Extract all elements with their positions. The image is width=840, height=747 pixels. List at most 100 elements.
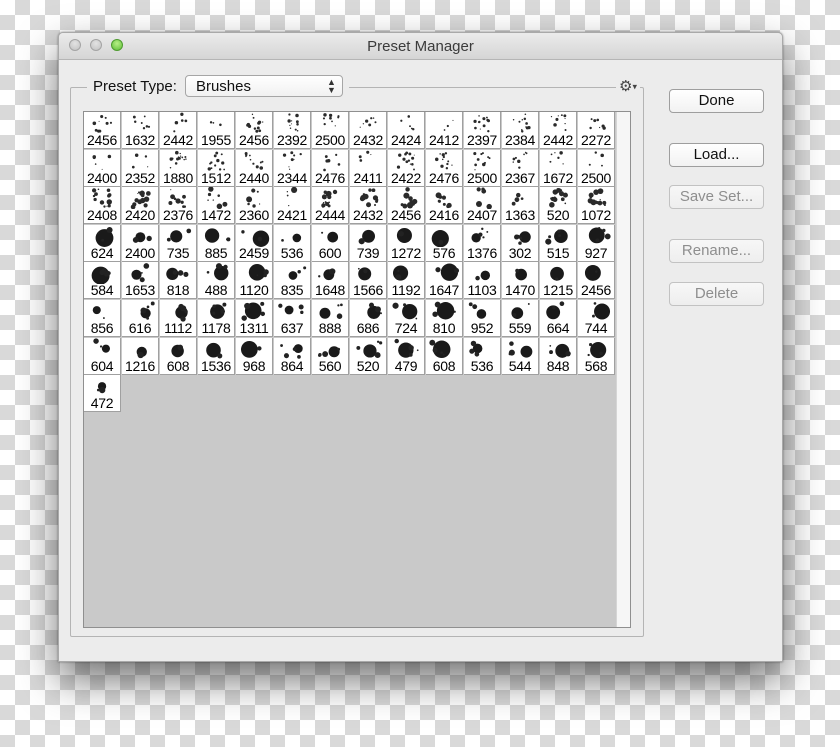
brush-preset-item[interactable]: 1376 <box>464 224 501 262</box>
delete-button[interactable]: Delete <box>669 282 764 306</box>
brush-preset-item[interactable]: 2344 <box>274 149 311 187</box>
brush-preset-item[interactable]: 2456 <box>388 187 425 225</box>
brush-preset-item[interactable]: 2456 <box>578 262 615 300</box>
brush-preset-item[interactable]: 637 <box>274 300 311 337</box>
gear-icon[interactable]: ⚙▾ <box>616 77 640 95</box>
title-bar[interactable]: Preset Manager <box>59 33 782 60</box>
brush-preset-item[interactable]: 2500 <box>464 149 501 187</box>
brush-preset-item[interactable]: 600 <box>312 224 349 262</box>
brush-preset-item[interactable]: 1648 <box>312 262 349 300</box>
brush-preset-item[interactable]: 2411 <box>350 149 387 187</box>
brush-preset-item[interactable]: 2400 <box>122 224 159 262</box>
brush-preset-item[interactable]: 536 <box>274 224 311 262</box>
scrollbar[interactable] <box>616 112 630 627</box>
brush-preset-item[interactable]: 856 <box>84 300 121 337</box>
brush-preset-item[interactable]: 536 <box>464 337 501 375</box>
brush-preset-item[interactable]: 739 <box>350 224 387 262</box>
brush-preset-item[interactable]: 2416 <box>426 187 463 225</box>
brush-preset-item[interactable]: 1955 <box>198 112 235 149</box>
brush-preset-item[interactable]: 560 <box>312 337 349 375</box>
brush-preset-item[interactable]: 568 <box>578 337 615 375</box>
brush-preset-item[interactable]: 472 <box>84 375 121 413</box>
brush-preset-item[interactable]: 515 <box>540 224 577 262</box>
brush-preset-item[interactable]: 664 <box>540 300 577 337</box>
brush-preset-item[interactable]: 2392 <box>274 112 311 149</box>
brush-preset-item[interactable]: 1470 <box>502 262 539 300</box>
brush-preset-item[interactable]: 2476 <box>312 149 349 187</box>
brush-preset-item[interactable]: 1112 <box>160 300 197 337</box>
brush-preset-item[interactable]: 584 <box>84 262 121 300</box>
brush-preset-item[interactable]: 1178 <box>198 300 235 337</box>
brush-preset-item[interactable]: 2412 <box>426 112 463 149</box>
brush-preset-item[interactable]: 2432 <box>350 112 387 149</box>
brush-preset-item[interactable]: 2420 <box>122 187 159 225</box>
brush-preset-item[interactable]: 2384 <box>502 112 539 149</box>
brush-preset-item[interactable]: 927 <box>578 224 615 262</box>
brush-preset-item[interactable]: 2459 <box>236 224 273 262</box>
brush-preset-item[interactable]: 624 <box>84 224 121 262</box>
preset-type-select[interactable]: Brushes ▲ ▼ <box>184 75 343 97</box>
brush-preset-item[interactable]: 968 <box>236 337 273 375</box>
brush-preset-item[interactable]: 2422 <box>388 149 425 187</box>
brush-preset-list[interactable]: 2456 1632 2442 1955 2456 2392 2500 2432 2424 2412… <box>83 111 631 628</box>
brush-preset-item[interactable]: 2407 <box>464 187 501 225</box>
brush-preset-item[interactable]: 1272 <box>388 224 425 262</box>
rename-button[interactable]: Rename... <box>669 239 764 263</box>
brush-preset-item[interactable]: 1647 <box>426 262 463 300</box>
brush-preset-item[interactable]: 604 <box>84 337 121 375</box>
brush-preset-item[interactable]: 810 <box>426 300 463 337</box>
brush-preset-item[interactable]: 1566 <box>350 262 387 300</box>
done-button[interactable]: Done <box>669 89 764 113</box>
brush-preset-item[interactable]: 1672 <box>540 149 577 187</box>
brush-preset-item[interactable]: 2397 <box>464 112 501 149</box>
brush-preset-item[interactable]: 2360 <box>236 187 273 225</box>
brush-preset-item[interactable]: 2444 <box>312 187 349 225</box>
brush-preset-item[interactable]: 1072 <box>578 187 615 225</box>
brush-preset-item[interactable]: 735 <box>160 224 197 262</box>
save-set-button[interactable]: Save Set... <box>669 185 764 209</box>
brush-preset-item[interactable]: 616 <box>122 300 159 337</box>
brush-preset-item[interactable]: 1512 <box>198 149 235 187</box>
brush-preset-item[interactable]: 488 <box>198 262 235 300</box>
brush-preset-item[interactable]: 559 <box>502 300 539 337</box>
brush-preset-item[interactable]: 2408 <box>84 187 121 225</box>
brush-preset-item[interactable]: 1363 <box>502 187 539 225</box>
brush-preset-item[interactable]: 520 <box>540 187 577 225</box>
brush-preset-item[interactable]: 1536 <box>198 337 235 375</box>
brush-preset-item[interactable]: 952 <box>464 300 501 337</box>
brush-preset-item[interactable]: 1632 <box>122 112 159 149</box>
brush-preset-item[interactable]: 1472 <box>198 187 235 225</box>
brush-preset-item[interactable]: 2424 <box>388 112 425 149</box>
brush-preset-item[interactable]: 2432 <box>350 187 387 225</box>
brush-preset-item[interactable]: 2367 <box>502 149 539 187</box>
brush-preset-item[interactable]: 479 <box>388 337 425 375</box>
brush-preset-item[interactable]: 888 <box>312 300 349 337</box>
brush-preset-item[interactable]: 576 <box>426 224 463 262</box>
brush-preset-item[interactable]: 2440 <box>236 149 273 187</box>
brush-preset-item[interactable]: 744 <box>578 300 615 337</box>
brush-preset-item[interactable]: 848 <box>540 337 577 375</box>
load-button[interactable]: Load... <box>669 143 764 167</box>
brush-preset-item[interactable]: 2376 <box>160 187 197 225</box>
brush-preset-item[interactable]: 686 <box>350 300 387 337</box>
brush-preset-item[interactable]: 1215 <box>540 262 577 300</box>
brush-preset-item[interactable]: 544 <box>502 337 539 375</box>
brush-preset-item[interactable]: 608 <box>426 337 463 375</box>
brush-preset-item[interactable]: 1653 <box>122 262 159 300</box>
brush-preset-item[interactable]: 2456 <box>236 112 273 149</box>
brush-preset-item[interactable]: 2400 <box>84 149 121 187</box>
brush-preset-item[interactable]: 1103 <box>464 262 501 300</box>
brush-preset-item[interactable]: 2476 <box>426 149 463 187</box>
brush-preset-item[interactable]: 818 <box>160 262 197 300</box>
brush-preset-item[interactable]: 1192 <box>388 262 425 300</box>
brush-preset-item[interactable]: 724 <box>388 300 425 337</box>
brush-preset-item[interactable]: 1216 <box>122 337 159 375</box>
brush-preset-item[interactable]: 2442 <box>160 112 197 149</box>
brush-preset-item[interactable]: 520 <box>350 337 387 375</box>
brush-preset-item[interactable]: 2272 <box>578 112 615 149</box>
brush-preset-item[interactable]: 2456 <box>84 112 121 149</box>
brush-preset-item[interactable]: 1120 <box>236 262 273 300</box>
brush-preset-item[interactable]: 2500 <box>578 149 615 187</box>
brush-preset-item[interactable]: 2421 <box>274 187 311 225</box>
brush-preset-item[interactable]: 2352 <box>122 149 159 187</box>
